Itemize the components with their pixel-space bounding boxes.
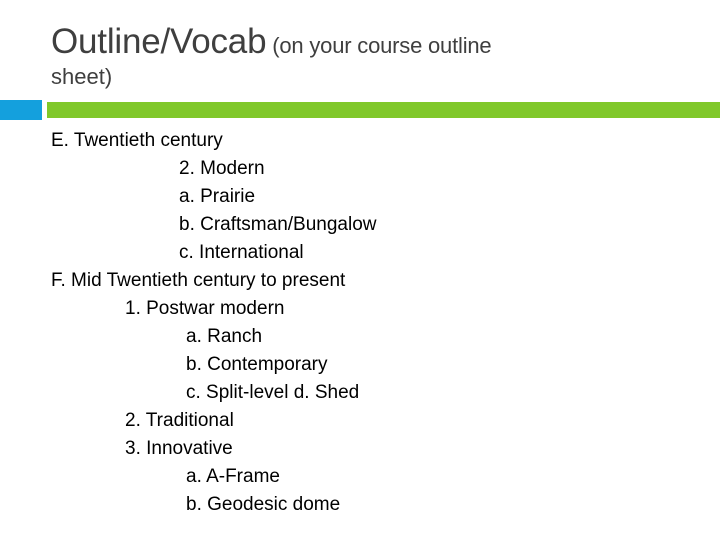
outline-item: a. Prairie <box>179 186 256 207</box>
page-title-subtitle: (on your course outline <box>266 33 492 58</box>
outline-item: 3. Innovative <box>125 438 233 459</box>
outline-item: c. International <box>179 242 304 263</box>
outline-item: F. Mid Twentieth century to present <box>51 270 346 291</box>
slide-title-block: Outline/Vocab (on your course outline sh… <box>51 24 671 88</box>
accent-bar-blue <box>0 100 42 120</box>
outline-item: a. Ranch <box>186 326 263 347</box>
outline-list: E. Twentieth century 2. Modern a. Prairi… <box>0 127 720 519</box>
outline-item: b. Craftsman/Bungalow <box>179 214 377 235</box>
outline-item: b. Contemporary <box>186 354 328 375</box>
page-title: Outline/Vocab <box>51 22 267 61</box>
outline-item: E. Twentieth century <box>51 130 223 151</box>
outline-item: 2. Modern <box>179 158 265 179</box>
outline-item: 1. Postwar modern <box>125 298 285 319</box>
presentation-slide: Outline/Vocab (on your course outline sh… <box>0 0 720 540</box>
slide-title-row-1: Outline/Vocab (on your course outline <box>51 24 671 59</box>
outline-item: c. Split-level d. Shed <box>186 382 360 403</box>
page-title-subtitle-continued: sheet) <box>51 64 113 89</box>
outline-item: a. A-Frame <box>186 466 280 487</box>
outline-item: b. Geodesic dome <box>186 494 341 515</box>
accent-bar-green <box>47 102 720 118</box>
outline-item: 2. Traditional <box>125 410 234 431</box>
